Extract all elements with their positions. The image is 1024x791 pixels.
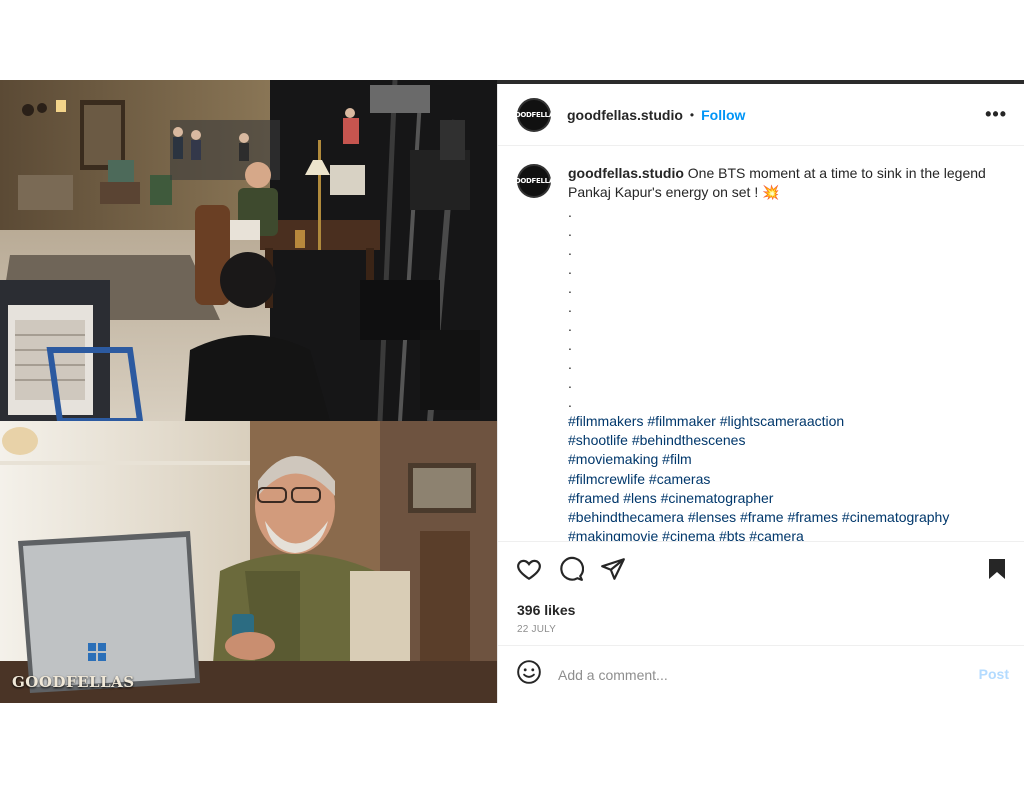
- more-options-button[interactable]: •••: [985, 104, 1007, 125]
- likes-count[interactable]: 396 likes: [517, 602, 575, 618]
- bts-set-photo: [0, 80, 497, 421]
- caption-avatar[interactable]: GOODFELLAS: [509, 164, 559, 198]
- comment-input[interactable]: [558, 666, 958, 683]
- hashtag-line[interactable]: #moviemaking #film: [568, 450, 988, 469]
- hashtags: #filmmakers #filmmaker #lightscameraacti…: [568, 412, 988, 541]
- comment-bar: Post: [498, 645, 1024, 703]
- hashtag-line[interactable]: #filmmakers #filmmaker #lightscameraacti…: [568, 412, 988, 431]
- caption-text: goodfellas.studio One BTS moment at a ti…: [568, 164, 988, 541]
- comment-icon[interactable]: [558, 556, 585, 587]
- action-icons: [516, 556, 1009, 586]
- caption-dot: .: [568, 242, 572, 258]
- caption-dots: . . . . . . . . . . .: [568, 203, 988, 412]
- caption-dot: .: [568, 299, 572, 315]
- follow-button[interactable]: Follow: [701, 107, 745, 123]
- emoji-icon[interactable]: [516, 659, 542, 690]
- hashtag-line[interactable]: #makingmovie #cinema #bts #camera: [568, 527, 988, 541]
- caption-dot: .: [568, 356, 572, 372]
- caption-row: GOODFELLAS goodfellas.studio One BTS mom…: [509, 164, 1005, 541]
- caption-dot: .: [568, 261, 572, 277]
- share-icon[interactable]: [600, 556, 626, 587]
- separator-dot: •: [689, 107, 695, 122]
- username-link[interactable]: goodfellas.studio: [567, 107, 683, 123]
- hashtag-line[interactable]: #shootlife #behindthescenes: [568, 431, 988, 450]
- post-media[interactable]: GOODFELLAS: [0, 80, 497, 703]
- caption-dot: .: [568, 318, 572, 334]
- caption-dot: .: [568, 204, 572, 220]
- post-comment-button[interactable]: Post: [979, 666, 1009, 682]
- instagram-post: GOODFELLAS GOODFELLAS goodfellas.studio …: [0, 80, 1024, 703]
- action-bar: 396 likes 22 JULY: [498, 541, 1024, 641]
- hashtag-line[interactable]: #behindthecamera #lenses #frame #frames …: [568, 508, 988, 527]
- post-date[interactable]: 22 JULY: [517, 624, 556, 635]
- caption-dot: .: [568, 337, 572, 353]
- bookmark-icon[interactable]: [985, 556, 1009, 587]
- caption-area[interactable]: GOODFELLAS goodfellas.studio One BTS mom…: [498, 146, 1024, 541]
- hashtag-line[interactable]: #framed #lens #cinematographer: [568, 489, 988, 508]
- caption-dot: .: [568, 394, 572, 410]
- post-header: GOODFELLAS goodfellas.studio • Follow ••…: [498, 84, 1024, 146]
- avatar[interactable]: GOODFELLAS: [509, 97, 559, 132]
- caption-username[interactable]: goodfellas.studio: [568, 165, 684, 181]
- caption-dot: .: [568, 280, 572, 296]
- post-side-panel: GOODFELLAS goodfellas.studio • Follow ••…: [497, 84, 1024, 703]
- caption-dot: .: [568, 223, 572, 239]
- studio-watermark: GOODFELLAS: [12, 673, 135, 691]
- heart-icon[interactable]: [516, 556, 542, 587]
- hashtag-line[interactable]: #filmcrewlife #cameras: [568, 470, 988, 489]
- caption-dot: .: [568, 375, 572, 391]
- actor-laptop-photo: GOODFELLAS: [0, 421, 497, 703]
